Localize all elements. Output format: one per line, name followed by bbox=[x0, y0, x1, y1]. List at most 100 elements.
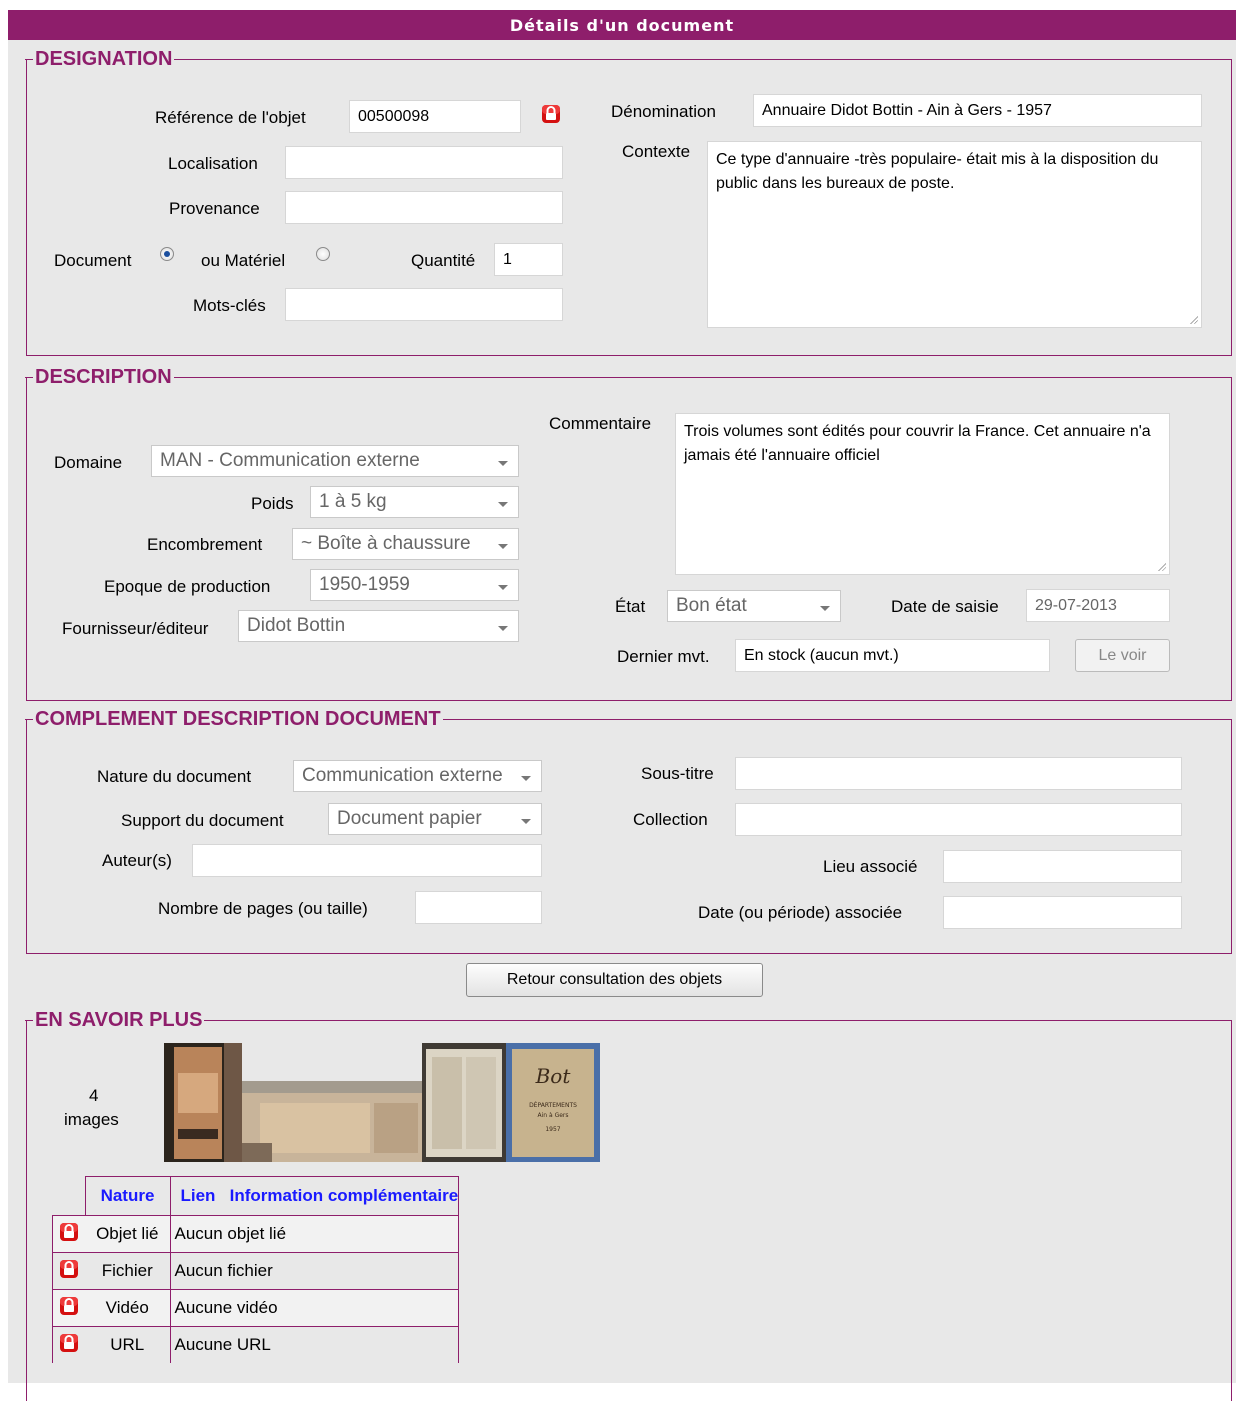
header-info: Information complémentaire bbox=[229, 1186, 459, 1205]
soustitre-input[interactable] bbox=[735, 757, 1182, 790]
contexte-label: Contexte bbox=[622, 142, 691, 161]
thumbnail-1[interactable] bbox=[164, 1043, 242, 1162]
svg-text:Bot: Bot bbox=[535, 1064, 572, 1088]
row-lien: Aucune vidéo bbox=[169, 1289, 460, 1327]
contexte-textarea[interactable]: Ce type d'annuaire -très populaire- étai… bbox=[707, 141, 1202, 328]
lock-icon[interactable] bbox=[59, 1222, 79, 1242]
en-savoir-plus-legend: EN SAVOIR PLUS bbox=[24, 1008, 205, 1032]
images-label: images bbox=[64, 1110, 119, 1129]
epoque-label: Epoque de production bbox=[104, 577, 271, 596]
domaine-value: MAN - Communication externe bbox=[160, 450, 420, 471]
encombrement-select[interactable]: ~ Boîte à chaussure bbox=[292, 528, 519, 560]
quantite-input[interactable] bbox=[494, 243, 563, 276]
lock-icon[interactable] bbox=[541, 104, 561, 124]
support-select[interactable]: Document papier bbox=[328, 803, 542, 835]
complement-legend: COMPLEMENT DESCRIPTION DOCUMENT bbox=[25, 707, 443, 731]
contexte-text: Ce type d'annuaire -très populaire- étai… bbox=[716, 151, 1159, 192]
row-icon-cell bbox=[52, 1326, 85, 1363]
row-icon-cell bbox=[52, 1289, 85, 1327]
etat-label: État bbox=[615, 597, 646, 616]
poids-label: Poids bbox=[251, 494, 294, 513]
chevron-down-icon bbox=[521, 776, 531, 781]
auteurs-input[interactable] bbox=[192, 844, 542, 877]
chevron-down-icon bbox=[498, 585, 508, 590]
lock-icon[interactable] bbox=[59, 1259, 79, 1279]
provenance-input[interactable] bbox=[285, 191, 563, 224]
nature-label: Nature du document bbox=[97, 767, 252, 786]
thumb-book-label: DÉPARTEMENTS bbox=[529, 1101, 577, 1109]
denomination-label: Dénomination bbox=[611, 102, 716, 121]
poids-select[interactable]: 1 à 5 kg bbox=[310, 486, 519, 518]
nature-select[interactable]: Communication externe bbox=[293, 760, 542, 792]
thumbnail-3[interactable] bbox=[422, 1043, 506, 1162]
commentaire-text: Trois volumes sont édités pour couvrir l… bbox=[684, 423, 1151, 464]
lieu-input[interactable] bbox=[943, 850, 1182, 883]
date-assoc-label: Date (ou période) associée bbox=[698, 903, 903, 922]
chevron-down-icon bbox=[498, 626, 508, 631]
reference-input[interactable] bbox=[349, 100, 521, 133]
document-radio[interactable] bbox=[160, 247, 174, 261]
domaine-select[interactable]: MAN - Communication externe bbox=[151, 445, 519, 477]
etat-select[interactable]: Bon état bbox=[667, 590, 841, 622]
table-row: Vidéo Aucune vidéo bbox=[52, 1289, 460, 1327]
designation-fieldset: DESIGNATION Référence de l'objet Localis… bbox=[24, 47, 1232, 356]
lock-icon[interactable] bbox=[59, 1296, 79, 1316]
localisation-input[interactable] bbox=[285, 146, 563, 179]
row-lien: Aucun objet lié bbox=[169, 1215, 460, 1253]
description-legend: DESCRIPTION bbox=[25, 365, 174, 389]
retour-button[interactable]: Retour consultation des objets bbox=[466, 963, 763, 997]
row-nature: Vidéo bbox=[85, 1289, 171, 1327]
header-lien-info: Lien Information complémentaire bbox=[170, 1176, 460, 1216]
links-table: Nature Lien Information complémentaire O… bbox=[52, 1176, 460, 1363]
row-icon-cell bbox=[52, 1252, 85, 1290]
table-row: Objet lié Aucun objet lié bbox=[52, 1215, 460, 1253]
row-icon-cell bbox=[52, 1215, 85, 1253]
row-lien: Aucun fichier bbox=[169, 1252, 460, 1290]
dernier-mvt-input[interactable] bbox=[735, 639, 1050, 672]
reference-label: Référence de l'objet bbox=[155, 108, 306, 127]
resize-grip-icon[interactable] bbox=[1189, 315, 1198, 324]
date-assoc-input[interactable] bbox=[943, 896, 1182, 929]
header-lien: Lien bbox=[180, 1186, 216, 1205]
auteurs-label: Auteur(s) bbox=[102, 851, 172, 870]
motscles-input[interactable] bbox=[285, 288, 563, 321]
chevron-down-icon bbox=[498, 544, 508, 549]
le-voir-button[interactable]: Le voir bbox=[1075, 639, 1170, 672]
encombrement-value: ~ Boîte à chaussure bbox=[301, 533, 471, 554]
quantite-label: Quantité bbox=[411, 251, 476, 270]
document-label: Document bbox=[54, 251, 132, 270]
resize-grip-icon[interactable] bbox=[1157, 562, 1166, 571]
thumbnail-2[interactable] bbox=[242, 1081, 422, 1162]
epoque-value: 1950-1959 bbox=[319, 574, 410, 595]
designation-legend: DESIGNATION bbox=[24, 47, 175, 71]
motscles-label: Mots-clés bbox=[193, 296, 266, 315]
localisation-label: Localisation bbox=[168, 154, 258, 173]
description-fieldset: DESCRIPTION Domaine MAN - Communication … bbox=[25, 365, 1232, 701]
collection-input[interactable] bbox=[735, 803, 1182, 836]
thumbnail-4[interactable]: Bot DÉPARTEMENTS Ain à Gers 1957 bbox=[506, 1043, 600, 1162]
chevron-down-icon bbox=[521, 819, 531, 824]
soustitre-label: Sous-titre bbox=[641, 764, 714, 783]
commentaire-label: Commentaire bbox=[549, 414, 652, 433]
epoque-select[interactable]: 1950-1959 bbox=[310, 569, 519, 601]
support-label: Support du document bbox=[121, 811, 284, 830]
pages-input[interactable] bbox=[415, 891, 542, 924]
denomination-input[interactable] bbox=[753, 94, 1202, 127]
fournisseur-label: Fournisseur/éditeur bbox=[62, 619, 209, 638]
chevron-down-icon bbox=[498, 502, 508, 507]
encombrement-label: Encombrement bbox=[147, 535, 263, 554]
dernier-mvt-label: Dernier mvt. bbox=[617, 647, 710, 666]
links-table-header: Nature Lien Information complémentaire bbox=[53, 1176, 460, 1216]
provenance-label: Provenance bbox=[169, 199, 260, 218]
fournisseur-select[interactable]: Didot Bottin bbox=[238, 610, 519, 642]
materiel-radio[interactable] bbox=[316, 247, 330, 261]
image-gallery: Bot DÉPARTEMENTS Ain à Gers 1957 bbox=[164, 1043, 600, 1162]
header-spacer bbox=[53, 1177, 86, 1216]
domaine-label: Domaine bbox=[54, 453, 123, 472]
date-saisie-input[interactable] bbox=[1026, 589, 1170, 622]
materiel-label: ou Matériel bbox=[201, 251, 286, 270]
support-value: Document papier bbox=[337, 808, 482, 829]
poids-value: 1 à 5 kg bbox=[319, 491, 387, 512]
lock-icon[interactable] bbox=[59, 1333, 79, 1353]
commentaire-textarea[interactable]: Trois volumes sont édités pour couvrir l… bbox=[675, 413, 1170, 575]
